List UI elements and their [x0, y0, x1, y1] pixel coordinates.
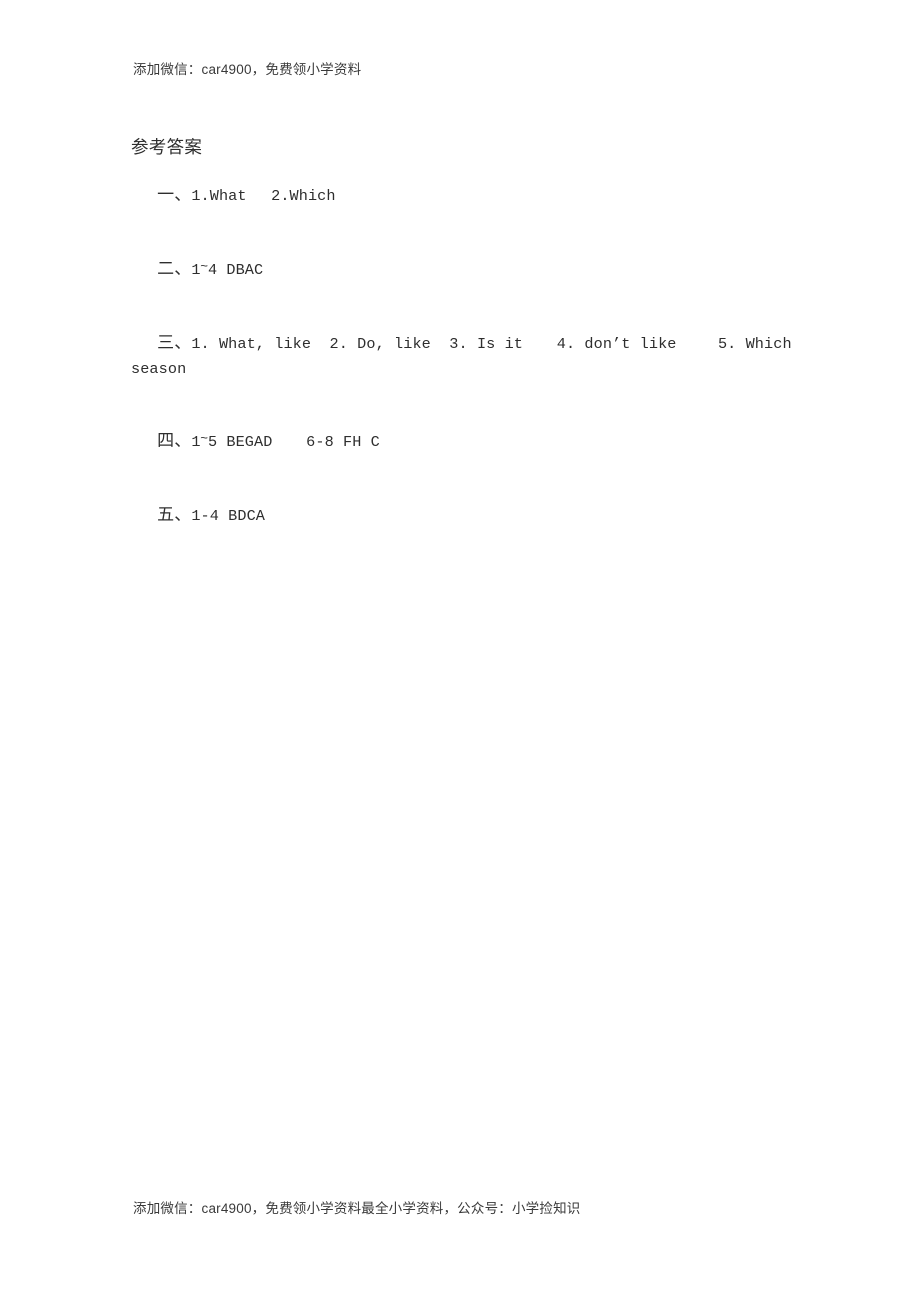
answer-text-4-prefix: 1: [191, 433, 201, 452]
answer-marker-3: 三、: [157, 332, 192, 352]
answer-text-3: 1. What, like 2. Do, like 3. Is it 4. do…: [131, 334, 801, 378]
answer-item-3: 三、1. What, like 2. Do, like 3. Is it 4. …: [131, 306, 801, 405]
document-header-watermark: 添加微信：car4900，免费领小学资料: [133, 62, 362, 77]
answer-text-4-suffix: 5 BEGAD 6-8 FH C: [207, 433, 380, 452]
answer-text-5: 1-4 BDCA: [191, 507, 266, 526]
answer-text-1: 1.What 2.Which: [191, 187, 336, 206]
answer-text-2-prefix: 1: [191, 261, 201, 280]
answer-marker-4: 四、: [157, 431, 192, 451]
answer-marker-2: 二、: [157, 259, 192, 279]
page-title: 参考答案: [131, 137, 203, 157]
answer-marker-1: 一、: [157, 185, 192, 205]
document-page: 添加微信：car4900，免费领小学资料 参考答案 一、1.What 2.Whi…: [0, 0, 920, 1302]
answer-item-5: 五、1-4 BDCA: [131, 479, 801, 553]
answer-text-2-suffix: 4 DBAC: [207, 261, 264, 280]
answer-item-2: 二、1~4 DBAC: [157, 258, 264, 280]
answer-item-1: 一、1.What 2.Which: [131, 159, 801, 233]
answer-marker-5: 五、: [157, 505, 192, 525]
answer-key-body: 参考答案 一、1.What 2.Which 二、1~4 DBAC 三、1. Wh…: [131, 135, 801, 552]
document-footer-watermark: 添加微信：car4900，免费领小学资料最全小学资料，公众号：小学捡知识: [133, 1201, 581, 1216]
answer-item-4: 四、1~5 BEGAD 6-8 FH C: [157, 431, 380, 452]
